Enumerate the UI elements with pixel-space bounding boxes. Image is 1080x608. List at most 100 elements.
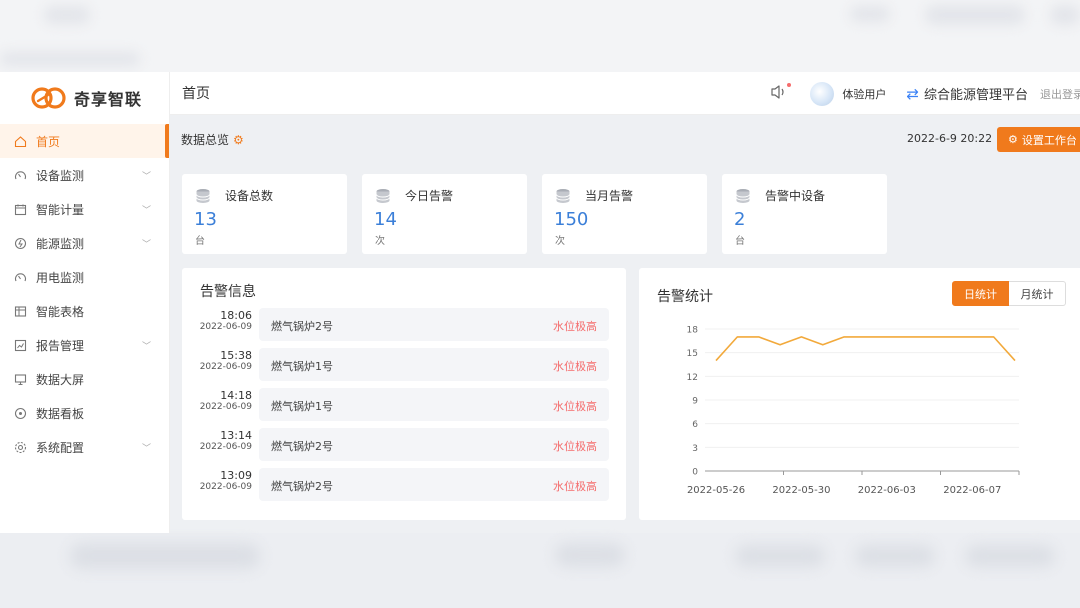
stat-unit: 台 (735, 236, 745, 247)
alarm-box[interactable]: 燃气锅炉2号 水位极高 (259, 468, 609, 501)
background-blur-bottom (0, 533, 1080, 608)
stat-label: 告警中设备 (765, 189, 826, 203)
x-tick-label: 2022-06-07 (943, 485, 1001, 496)
alarm-date: 2022-06-09 (199, 322, 252, 332)
sidebar-item-label: 智能表格 (36, 304, 85, 319)
stat-card-header: 今日告警 (375, 187, 453, 204)
stat-value: 14 (374, 209, 397, 230)
alarm-level: 水位极高 (553, 360, 597, 373)
avatar[interactable] (810, 81, 835, 106)
speaker-icon[interactable] (770, 83, 792, 103)
alarm-row[interactable]: 14:18 2022-06-09 燃气锅炉1号 水位极高 (182, 388, 626, 422)
gear-icon: ⚙ (1008, 133, 1018, 146)
sidebar: 奇享智联 首页 设备监测 ﹀ 智能计量 ﹀ 能源监测 ﹀ 用电监测 智能表格 报告管理 ﹀ 数据大屏数… (0, 72, 170, 533)
stat-card: 设备总数 13 台 (182, 174, 347, 254)
stat-value: 2 (734, 209, 746, 230)
alarm-date: 2022-06-09 (199, 442, 252, 452)
page-title: 首页 (182, 86, 210, 102)
database-icon (736, 188, 750, 203)
sidebar-item-label: 能源监测 (36, 236, 85, 251)
alarm-time: 13:09 (220, 469, 252, 482)
series-line (715, 336, 1016, 362)
sidebar-item[interactable]: 智能计量 ﹀ (0, 192, 169, 226)
database-icon (556, 188, 570, 203)
stat-unit: 次 (555, 236, 565, 247)
logout-link[interactable]: 退出登录 (1040, 86, 1080, 102)
table-icon (13, 304, 27, 318)
sidebar-item-label: 智能计量 (36, 202, 85, 217)
alarm-box[interactable]: 燃气锅炉2号 水位极高 (259, 428, 609, 461)
x-tick-label: 2022-06-03 (858, 485, 916, 496)
sidebar-item-label: 系统配置 (36, 440, 85, 455)
stat-card-header: 设备总数 (195, 187, 273, 204)
database-icon (376, 188, 390, 203)
stat-card-header: 告警中设备 (735, 187, 825, 204)
alarm-row[interactable]: 15:38 2022-06-09 燃气锅炉1号 水位极高 (182, 348, 626, 382)
username[interactable]: 体验用户 (842, 86, 886, 102)
overview-title: 数据总览 ⚙ (181, 131, 244, 148)
home-icon (13, 134, 27, 148)
alarm-box[interactable]: 燃气锅炉1号 水位极高 (259, 348, 609, 381)
logo-icon (31, 87, 66, 109)
sidebar-item[interactable]: 报告管理 ﹀ (0, 328, 169, 362)
sidebar-item[interactable]: 能源监测 ﹀ (0, 226, 169, 260)
logo-text: 奇享智联 (74, 90, 143, 109)
top-header: 首页 体验用户 ⇄ 综合能源管理平台 退出登录 (170, 72, 1080, 115)
sidebar-item[interactable]: 首页 (0, 124, 169, 158)
y-tick-label: 0 (692, 468, 698, 478)
alarm-date: 2022-06-09 (199, 362, 252, 372)
current-datetime: 2022-6-9 20:22 (907, 132, 993, 145)
alarm-level: 水位极高 (553, 440, 597, 453)
alarm-row[interactable]: 18:06 2022-06-09 燃气锅炉2号 水位极高 (182, 308, 626, 342)
alarm-row[interactable]: 13:09 2022-06-09 燃气锅炉2号 水位极高 (182, 468, 626, 502)
alarm-info-title: 告警信息 (200, 284, 256, 300)
alarm-date: 2022-06-09 (199, 482, 252, 492)
y-tick-label: 6 (692, 420, 698, 430)
sidebar-item[interactable]: 设备监测 ﹀ (0, 158, 169, 192)
alarm-row[interactable]: 13:14 2022-06-09 燃气锅炉2号 水位极高 (182, 428, 626, 462)
alarm-info-panel: 告警信息 18:06 2022-06-09 燃气锅炉2号 水位极高 15:38 2022-… (182, 268, 626, 520)
alarm-timestamp: 14:18 2022-06-09 (200, 390, 252, 413)
gauge-icon (13, 270, 27, 284)
alarm-level: 水位极高 (553, 400, 597, 413)
alarm-line-chart: 0 3 6 9 12 15 18 2022-05-26 2022-05-30 2022-06-03… (687, 326, 1020, 496)
sidebar-item-label: 用电监测 (36, 270, 85, 285)
settings-workspace-button[interactable]: ⚙ 设置工作台 (997, 127, 1080, 152)
notification-dot (787, 83, 792, 87)
chevron-down-icon: ﹀ (141, 443, 151, 454)
sidebar-item-label: 数据大屏 (36, 372, 85, 387)
settings-button-label: 设置工作台 (1021, 133, 1077, 147)
stat-label: 今日告警 (405, 189, 454, 203)
sidebar-item[interactable]: 用电监测 (0, 260, 169, 294)
alarm-device: 燃气锅炉2号 (271, 320, 333, 333)
sidebar-item[interactable]: 数据大屏 (0, 362, 169, 396)
alarm-box[interactable]: 燃气锅炉2号 水位极高 (259, 308, 609, 341)
alarm-level: 水位极高 (553, 480, 597, 493)
database-icon (196, 188, 210, 203)
sidebar-item-label: 首页 (36, 134, 61, 149)
gear-icon[interactable]: ⚙ (233, 133, 244, 147)
calendar-icon (13, 202, 27, 216)
sidebar-item[interactable]: 数据看板 (0, 396, 169, 430)
chevron-down-icon: ﹀ (141, 239, 151, 250)
sidebar-item[interactable]: 智能表格 (0, 294, 169, 328)
alarm-box[interactable]: 燃气锅炉1号 水位极高 (259, 388, 609, 421)
alarm-date: 2022-06-09 (199, 402, 252, 412)
stat-value: 13 (194, 209, 217, 230)
sidebar-item-label: 报告管理 (36, 338, 85, 353)
sidebar-item[interactable]: 系统配置 ﹀ (0, 430, 169, 464)
swap-icon[interactable]: ⇄ (906, 85, 919, 103)
overview-title-text: 数据总览 (181, 133, 230, 147)
stat-card: 告警中设备 2 台 (722, 174, 887, 254)
stat-unit: 台 (195, 236, 205, 247)
alarm-device: 燃气锅炉1号 (271, 400, 333, 413)
platform-switch[interactable]: 综合能源管理平台 (924, 84, 1028, 103)
alarm-device: 燃气锅炉2号 (271, 480, 333, 493)
stat-label: 设备总数 (225, 189, 274, 203)
logo[interactable]: 奇享智联 (0, 72, 169, 124)
y-tick-label: 15 (687, 349, 698, 359)
monitor-icon (13, 372, 27, 386)
stat-card-header: 当月告警 (555, 187, 633, 204)
sidebar-item-label: 设备监测 (36, 168, 85, 183)
background-blur-top (0, 0, 1080, 72)
